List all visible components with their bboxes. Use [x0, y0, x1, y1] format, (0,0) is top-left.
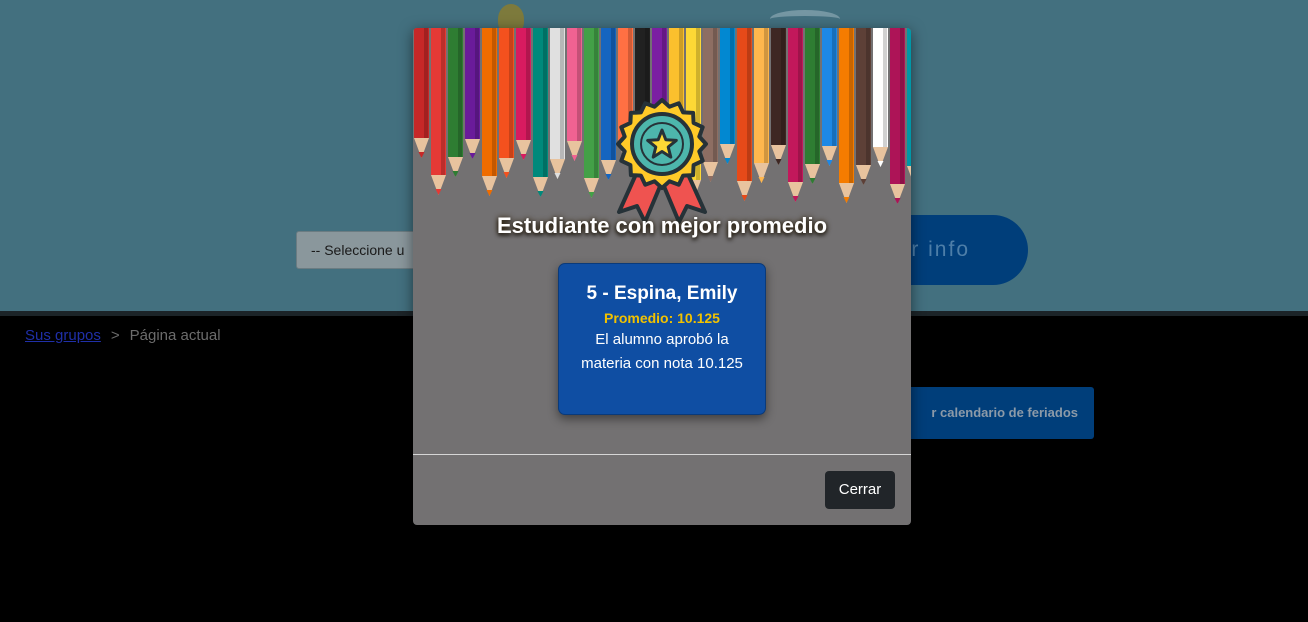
breadcrumb-current: Página actual — [129, 327, 221, 344]
breadcrumb-separator: > — [110, 327, 120, 344]
student-note: El alumno aprobó la materia con nota 10.… — [581, 331, 743, 372]
modal-footer-divider — [413, 454, 911, 455]
modal-title: Estudiante con mejor promedio — [496, 213, 828, 238]
group-select[interactable]: -- Seleccione u — [296, 231, 426, 269]
breadcrumb: Sus grupos > Página actual — [25, 327, 221, 344]
award-ribbon-star-icon — [616, 98, 708, 224]
breadcrumb-link-sus-grupos[interactable]: Sus grupos — [25, 327, 101, 344]
student-name: 5 - Espina, Emily — [586, 283, 738, 304]
close-button[interactable]: Cerrar — [825, 471, 895, 509]
hero-logo-arc — [770, 10, 840, 28]
student-average: Promedio: 10.125 — [604, 310, 720, 326]
best-student-modal: Estudiante con mejor promedio 5 - Espina… — [413, 28, 911, 525]
student-card: 5 - Espina, Emily Promedio: 10.125 El al… — [558, 263, 766, 415]
